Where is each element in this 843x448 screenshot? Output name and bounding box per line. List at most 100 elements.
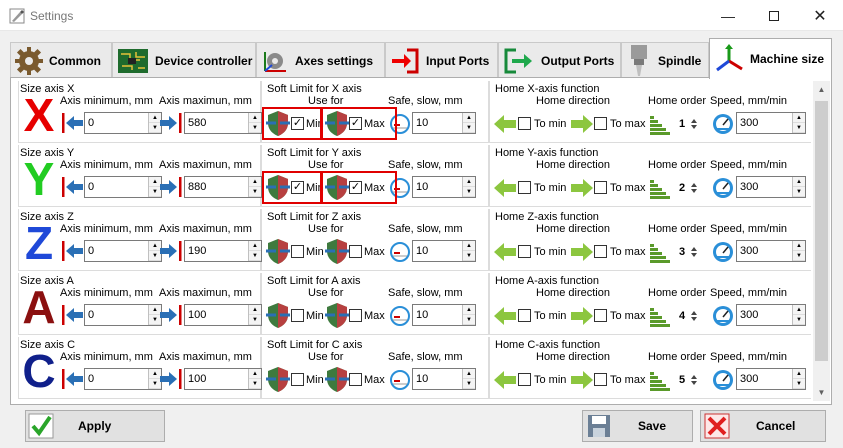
axis-min-input-value[interactable]: 0 <box>85 241 148 261</box>
apply-button[interactable]: Apply <box>25 410 165 442</box>
home-speed-input[interactable]: 300 ▲ ▼ <box>736 304 806 326</box>
maximize-button[interactable] <box>751 0 797 31</box>
axis-min-input-value[interactable]: 0 <box>85 305 148 325</box>
spin-down-icon[interactable]: ▼ <box>249 379 261 389</box>
axis-max-input[interactable]: 880 ▲ ▼ <box>184 176 262 198</box>
axis-max-input-value[interactable]: 190 <box>185 241 248 261</box>
spin-up-icon[interactable]: ▲ <box>249 241 261 251</box>
axis-max-input[interactable]: 100 ▲ ▼ <box>184 368 262 390</box>
spin-down-icon[interactable]: ▼ <box>793 251 805 261</box>
safe-slow-input[interactable]: 10 ▲ ▼ <box>412 368 476 390</box>
home-speed-input-value[interactable]: 300 <box>737 241 792 261</box>
spin-down-icon[interactable]: ▼ <box>793 315 805 325</box>
safe-slow-input[interactable]: 10 ▲ ▼ <box>412 304 476 326</box>
tab-axes-settings[interactable]: Axes settings <box>256 42 385 78</box>
axis-min-input[interactable]: 0 ▲ ▼ <box>84 240 162 262</box>
axis-min-input[interactable]: 0 ▲ ▼ <box>84 304 162 326</box>
safe-slow-input-value[interactable]: 10 <box>413 305 462 325</box>
scroll-down-icon[interactable]: ▼ <box>813 384 830 401</box>
soft-limit-max-checkbox[interactable] <box>349 373 362 386</box>
spin-up-icon[interactable]: ▲ <box>463 369 475 379</box>
tab-spindle[interactable]: Spindle <box>621 42 709 78</box>
safe-slow-input[interactable]: 10 ▲ ▼ <box>412 112 476 134</box>
home-order-spinner-icon[interactable] <box>690 374 698 386</box>
home-to-min-checkbox[interactable] <box>518 309 531 322</box>
spin-up-icon[interactable]: ▲ <box>793 369 805 379</box>
spin-down-icon[interactable]: ▼ <box>249 187 261 197</box>
spin-up-icon[interactable]: ▲ <box>793 113 805 123</box>
axis-max-input[interactable]: 100 ▲ ▼ <box>184 304 262 326</box>
save-button[interactable]: Save <box>582 410 693 442</box>
home-to-max-checkbox[interactable] <box>594 117 607 130</box>
axis-min-input[interactable]: 0 ▲ ▼ <box>84 368 162 390</box>
spin-down-icon[interactable]: ▼ <box>463 123 475 133</box>
axis-min-input-value[interactable]: 0 <box>85 177 148 197</box>
tab-output-ports[interactable]: Output Ports <box>498 42 621 78</box>
soft-limit-min-checkbox[interactable] <box>291 245 304 258</box>
spin-up-icon[interactable]: ▲ <box>463 305 475 315</box>
spin-up-icon[interactable]: ▲ <box>793 305 805 315</box>
safe-slow-input-value[interactable]: 10 <box>413 177 462 197</box>
safe-slow-input-value[interactable]: 10 <box>413 241 462 261</box>
spin-down-icon[interactable]: ▼ <box>793 187 805 197</box>
axis-max-input-value[interactable]: 880 <box>185 177 248 197</box>
home-speed-input[interactable]: 300 ▲ ▼ <box>736 112 806 134</box>
home-to-min-checkbox[interactable] <box>518 245 531 258</box>
vertical-scrollbar[interactable]: ▲ ▼ <box>813 81 830 401</box>
axis-max-input-value[interactable]: 580 <box>185 113 248 133</box>
home-to-max-checkbox[interactable] <box>594 373 607 386</box>
home-to-min-checkbox[interactable] <box>518 373 531 386</box>
home-order-spinner-icon[interactable] <box>690 310 698 322</box>
spin-up-icon[interactable]: ▲ <box>793 241 805 251</box>
safe-slow-input[interactable]: 10 ▲ ▼ <box>412 176 476 198</box>
spin-up-icon[interactable]: ▲ <box>249 369 261 379</box>
home-order-spinner-icon[interactable] <box>690 182 698 194</box>
spin-down-icon[interactable]: ▼ <box>249 251 261 261</box>
axis-max-input[interactable]: 190 ▲ ▼ <box>184 240 262 262</box>
axis-min-input-value[interactable]: 0 <box>85 113 148 133</box>
spin-up-icon[interactable]: ▲ <box>249 113 261 123</box>
axis-max-input[interactable]: 580 ▲ ▼ <box>184 112 262 134</box>
tab-input-ports[interactable]: Input Ports <box>385 42 498 78</box>
home-order-spinner-icon[interactable] <box>690 118 698 130</box>
spin-down-icon[interactable]: ▼ <box>463 251 475 261</box>
scroll-thumb[interactable] <box>815 101 828 361</box>
minimize-button[interactable]: — <box>705 0 751 31</box>
axis-min-input[interactable]: 0 ▲ ▼ <box>84 176 162 198</box>
home-to-min-checkbox[interactable] <box>518 181 531 194</box>
home-to-min-checkbox[interactable] <box>518 117 531 130</box>
soft-limit-min-checkbox[interactable] <box>291 309 304 322</box>
spin-down-icon[interactable]: ▼ <box>793 379 805 389</box>
cancel-button[interactable]: Cancel <box>700 410 826 442</box>
spin-down-icon[interactable]: ▼ <box>463 187 475 197</box>
scroll-up-icon[interactable]: ▲ <box>813 81 830 98</box>
home-speed-input-value[interactable]: 300 <box>737 177 792 197</box>
soft-limit-max-checkbox[interactable] <box>349 309 362 322</box>
tab-common[interactable]: Common <box>10 42 112 78</box>
safe-slow-input-value[interactable]: 10 <box>413 369 462 389</box>
spin-up-icon[interactable]: ▲ <box>463 177 475 187</box>
home-speed-input[interactable]: 300 ▲ ▼ <box>736 176 806 198</box>
tab-machine-size[interactable]: Machine size <box>709 38 832 79</box>
spin-up-icon[interactable]: ▲ <box>463 241 475 251</box>
home-speed-input-value[interactable]: 300 <box>737 305 792 325</box>
home-speed-input-value[interactable]: 300 <box>737 113 792 133</box>
spin-up-icon[interactable]: ▲ <box>249 177 261 187</box>
home-order-spinner-icon[interactable] <box>690 246 698 258</box>
axis-min-input[interactable]: 0 ▲ ▼ <box>84 112 162 134</box>
soft-limit-max-checkbox[interactable] <box>349 245 362 258</box>
spin-down-icon[interactable]: ▼ <box>249 123 261 133</box>
spin-down-icon[interactable]: ▼ <box>793 123 805 133</box>
axis-max-input-value[interactable]: 100 <box>185 305 248 325</box>
home-speed-input[interactable]: 300 ▲ ▼ <box>736 368 806 390</box>
spin-down-icon[interactable]: ▼ <box>463 315 475 325</box>
safe-slow-input-value[interactable]: 10 <box>413 113 462 133</box>
close-button[interactable]: ✕ <box>797 0 843 31</box>
home-speed-input[interactable]: 300 ▲ ▼ <box>736 240 806 262</box>
spin-down-icon[interactable]: ▼ <box>249 315 261 325</box>
soft-limit-min-checkbox[interactable] <box>291 373 304 386</box>
axis-min-input-value[interactable]: 0 <box>85 369 148 389</box>
home-speed-input-value[interactable]: 300 <box>737 369 792 389</box>
spin-up-icon[interactable]: ▲ <box>463 113 475 123</box>
spin-down-icon[interactable]: ▼ <box>463 379 475 389</box>
